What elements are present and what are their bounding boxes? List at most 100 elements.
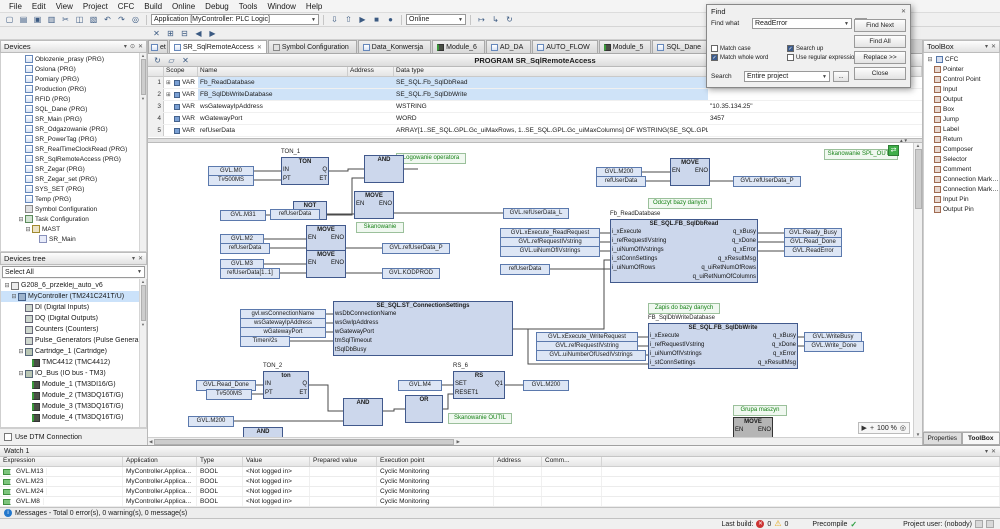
tree-item[interactable]: DQ (Digital Outputs) [1,313,146,324]
toolbox-item[interactable]: Pointer [924,64,999,74]
prepared-value-cell[interactable] [310,487,377,496]
find-dialog-titlebar[interactable]: Find ✕ [707,5,910,17]
column-header-datatype[interactable]: Data type [394,67,708,76]
watch-column-address[interactable]: Address [494,457,542,466]
prepared-value-cell[interactable] [310,477,377,486]
watch-column-value[interactable]: Value [243,457,310,466]
back-icon[interactable]: ◀ [192,27,205,39]
declaration-row[interactable]: 2 ⊞ VAR FB_SqlDbWriteDatabase SE_SQL.Fb_S… [148,89,922,101]
watch-column-type[interactable]: Type [197,457,243,466]
find-option[interactable]: Search up [787,45,855,52]
expand-all-icon[interactable]: ⊞ [164,27,177,39]
zoom-in-icon[interactable]: + [870,425,874,432]
paste-icon[interactable]: ▧ [87,14,100,26]
menu-item[interactable]: Online [167,2,200,11]
find-option[interactable]: Match whole word [711,54,783,61]
watch-column-execution[interactable]: Execution point [377,457,494,466]
scroll-up-icon[interactable]: ▲ [141,53,145,58]
datatype-cell[interactable]: ARRAY[1..SE_SQL.GPL.Gc_uiMaxRows, 1..SE_… [394,125,708,136]
toolbox-item[interactable]: Output Pin [924,204,999,214]
menu-item[interactable]: View [51,2,78,11]
scope-cell[interactable]: VAR [164,113,198,124]
scroll-left-icon[interactable]: ◀ [149,439,152,445]
tree-item[interactable]: Module_3 (TM3DQ16T/G) [1,401,146,412]
scope-cell[interactable]: ⊞ VAR [164,89,198,100]
close-icon[interactable]: ✕ [991,448,996,455]
start-icon[interactable]: ▶ [356,14,369,26]
initialization-cell[interactable] [708,125,922,136]
cfc-input-box[interactable]: GVL.uiNumberOfUsedIVstrings [536,350,646,361]
find-what-combo[interactable]: ReadError ▼ [752,18,852,29]
devices-tree-scrollbar[interactable]: ▲ ▼ [139,279,146,427]
use-dtm-checkbox[interactable] [4,433,12,441]
cfc-output-box[interactable]: GVL.KODPROD [382,268,440,279]
side-panel-tab[interactable]: ToolBox [961,432,1000,445]
toolbox-item[interactable]: Return [924,134,999,144]
tree-item[interactable]: Module_1 (TM3DI16/G) [1,379,146,390]
pointer-icon[interactable]: ▶ [862,424,867,432]
close-icon[interactable]: ✕ [991,43,996,50]
toolbox-item[interactable]: Output [924,94,999,104]
checkbox[interactable] [787,45,794,52]
logout-icon[interactable]: ⇧ [342,14,355,26]
pin-icon[interactable]: ⊙ [130,43,135,50]
expander-icon[interactable]: ⊟ [17,216,25,223]
checkbox[interactable] [711,45,718,52]
messages-bar[interactable]: i Messages - Total 0 error(s), 0 warning… [0,507,1000,518]
tree-item[interactable]: SR_Odgazowanie (PRG) [1,124,146,134]
cfc-output-box[interactable]: GVL.refUserData_P [382,243,450,254]
scroll-down-icon[interactable]: ▼ [141,322,145,327]
value-cell[interactable]: <Not logged in> [243,497,310,506]
cfc-block-and[interactable]: AND [243,427,283,437]
tree-item[interactable]: Pulse_Generators (Pulse Generators) [1,335,146,346]
tree-item[interactable]: ⊟ Cartridge_1 (Cartridge) [1,346,146,357]
dropdown-icon[interactable]: ▾ [985,43,988,50]
cfc-comment[interactable]: Skanowanie OUTIL [448,413,512,424]
close-view-icon[interactable]: ✕ [150,27,163,39]
toolbox-item[interactable]: Label [924,124,999,134]
cfc-output-box[interactable]: GVL.refUserData_P [733,176,801,187]
breakpoint-icon[interactable]: ● [384,14,397,26]
find-dialog-button[interactable]: Replace >> [854,51,906,64]
cfc-block-ton-1[interactable]: TON IN Q PT ET [281,157,329,185]
expander-icon[interactable]: ⊟ [10,293,18,300]
menu-item[interactable]: Tools [234,2,263,11]
step-into-icon[interactable]: ↳ [489,14,502,26]
cfc-comment[interactable]: Zapis do bazy danych [648,303,720,314]
scroll-right-icon[interactable]: ▶ [456,439,459,445]
print-icon[interactable]: ▥ [45,14,58,26]
cfc-input-box[interactable]: Timer#2s [240,336,290,347]
scrollbar-thumb[interactable] [140,285,146,321]
editor-tab[interactable]: Data_Konwersja [357,40,432,53]
initialization-cell[interactable]: "10.35.134.25" [708,101,922,112]
toolbox-item[interactable]: Connection Mark - Source [924,174,999,184]
cfc-input-box[interactable]: refUserData [596,176,646,187]
search-scope-combo[interactable]: Entire project ▼ [744,71,830,82]
watch-column-prepared[interactable]: Prepared value [310,457,377,466]
menu-item[interactable]: CFC [113,2,139,11]
cfc-block-or[interactable]: OR [405,395,443,423]
watch-panel-header[interactable]: Watch 1 ▾ ✕ [0,446,1000,457]
toolbox-item[interactable]: Input [924,84,999,94]
close-icon[interactable]: ✕ [179,54,192,66]
tree-item[interactable]: ⊟ G208_6_przeklej_auto_v6 [1,280,146,291]
datatype-cell[interactable]: WORD [394,113,708,124]
tree-item[interactable]: SR_SqlRemoteAccess (PRG) [1,154,146,164]
address-cell[interactable] [348,77,394,88]
step-over-icon[interactable]: ↦ [475,14,488,26]
menu-item[interactable]: Project [78,2,113,11]
editor-tab[interactable]: et [148,40,168,53]
toolbox-header[interactable]: ToolBox ▾ ✕ [923,40,1000,53]
magnifier-icon[interactable]: ◎ [900,424,906,432]
expression-cell[interactable]: GVL.M24 [0,487,123,496]
prepared-value-cell[interactable] [310,497,377,506]
tree-item[interactable]: DI (Digital Inputs) [1,302,146,313]
expression-cell[interactable]: GVL.M23 [0,477,123,486]
watch-row[interactable]: GVL.M23 MyController.Applica... BOOL <No… [0,477,1000,487]
tree-item[interactable]: SR_Main [1,234,146,244]
tree-item[interactable]: ⊟ Task Configuration [1,214,146,224]
cfc-input-box[interactable]: GVL.uiNumOfIVstrings [500,246,600,257]
devices-panel-header[interactable]: Devices ▾ ⊙ ✕ [0,40,147,53]
zoom-level[interactable]: 100 % [877,425,897,432]
column-header-name[interactable]: Name [198,67,348,76]
